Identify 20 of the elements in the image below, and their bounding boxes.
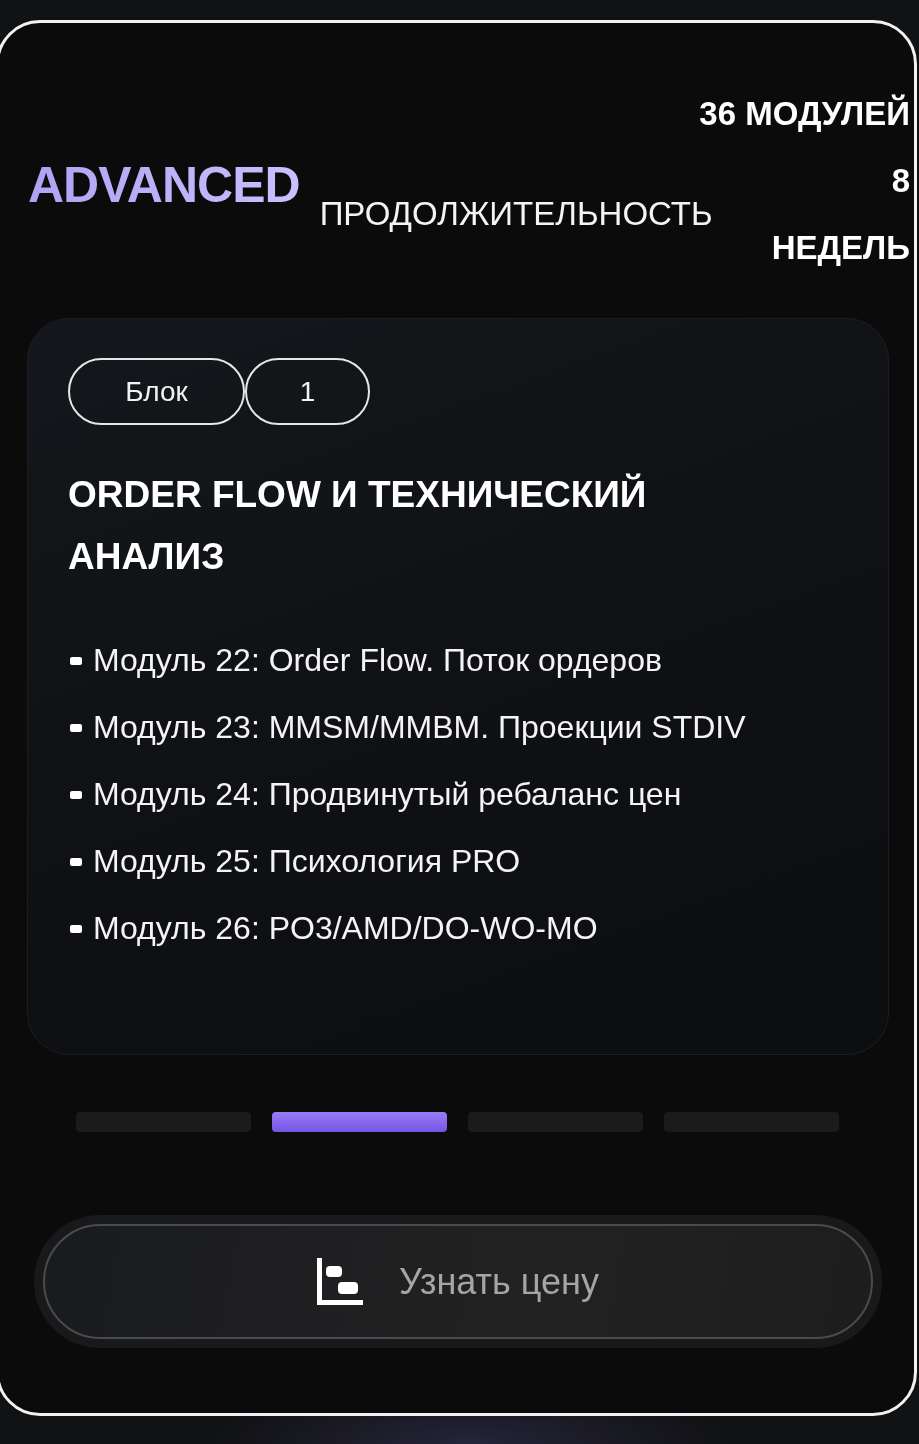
duration-value: 8 [891,161,910,201]
modules-count: 36 МОДУЛЕЙ [699,93,910,134]
module-item: Модуль 23: MMSM/MMBM. Проекции STDIV [93,707,746,747]
bullet-icon [70,924,82,933]
bar-chart-icon [317,1258,364,1305]
block-tag: Блок [68,358,245,425]
module-item: Модуль 26: PO3/AMD/DO-WO-MO [93,908,598,948]
bullet-icon [70,656,82,665]
bullet-icon [70,723,82,732]
bullet-icon [70,857,82,866]
block-number-tag: 1 [245,358,370,425]
duration-unit: НЕДЕЛЬ [771,228,910,268]
slide-indicator[interactable] [272,1112,447,1132]
bullet-icon [70,790,82,799]
module-item: Модуль 22: Order Flow. Поток ордеров [93,640,662,680]
price-button[interactable]: Узнать цену [34,1215,882,1348]
module-item: Модуль 24: Продвинутый ребаланс цен [93,774,682,814]
duration-label: ПРОДОЛЖИТЕЛЬНОСТЬ [319,194,713,234]
block-title: ORDER FLOW И ТЕХНИЧЕСКИЙ АНАЛИЗ [68,472,648,579]
module-item: Модуль 25: Психология PRO [93,841,521,881]
